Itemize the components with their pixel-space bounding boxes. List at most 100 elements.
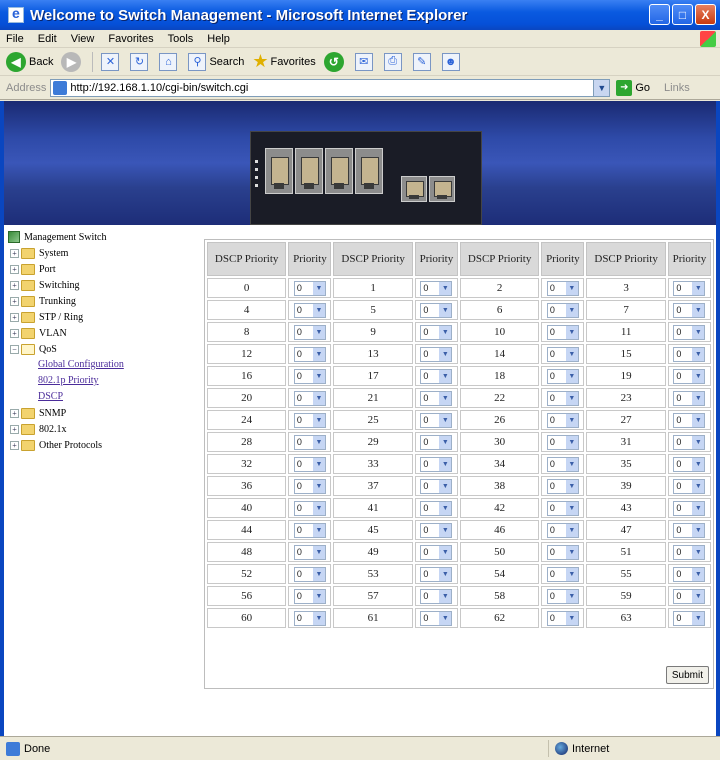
address-input[interactable]: http://192.168.1.10/cgi-bin/switch.cgi ▼ <box>50 78 611 97</box>
priority-select[interactable]: 0 ▼ <box>673 434 706 450</box>
go-button[interactable]: ➜ Go <box>616 79 650 96</box>
menu-view[interactable]: View <box>71 33 95 45</box>
priority-select[interactable]: 0 ▼ <box>673 368 706 384</box>
priority-select[interactable]: 0 ▼ <box>420 456 453 472</box>
plus-icon[interactable]: + <box>10 328 19 338</box>
priority-select[interactable]: 0 ▼ <box>546 346 579 362</box>
priority-select[interactable]: 0 ▼ <box>293 302 326 318</box>
priority-select[interactable]: 0 ▼ <box>546 456 579 472</box>
mail-button[interactable]: ✉ <box>354 52 376 71</box>
priority-select[interactable]: 0 ▼ <box>546 500 579 516</box>
priority-select[interactable]: 0 ▼ <box>420 302 453 318</box>
priority-select[interactable]: 0 ▼ <box>420 478 453 494</box>
priority-select[interactable]: 0 ▼ <box>293 566 326 582</box>
priority-select[interactable]: 0 ▼ <box>293 434 326 450</box>
plus-icon[interactable]: + <box>10 280 19 290</box>
priority-select[interactable]: 0 ▼ <box>293 588 326 604</box>
priority-select[interactable]: 0 ▼ <box>673 566 706 582</box>
priority-select[interactable]: 0 ▼ <box>420 610 453 626</box>
plus-icon[interactable]: + <box>10 312 19 322</box>
priority-select[interactable]: 0 ▼ <box>420 280 453 296</box>
priority-select[interactable]: 0 ▼ <box>420 588 453 604</box>
priority-select[interactable]: 0 ▼ <box>420 412 453 428</box>
plus-icon[interactable]: + <box>10 408 19 418</box>
priority-select[interactable]: 0 ▼ <box>546 434 579 450</box>
priority-select[interactable]: 0 ▼ <box>420 324 453 340</box>
sidebar-item-port[interactable]: + Port <box>10 261 200 277</box>
priority-select[interactable]: 0 ▼ <box>673 500 706 516</box>
sidebar-item-other-protocols[interactable]: + Other Protocols <box>10 437 200 453</box>
priority-select[interactable]: 0 ▼ <box>546 302 579 318</box>
sidebar-item-vlan[interactable]: + VLAN <box>10 325 200 341</box>
priority-select[interactable]: 0 ▼ <box>293 456 326 472</box>
priority-select[interactable]: 0 ▼ <box>293 280 326 296</box>
priority-select[interactable]: 0 ▼ <box>673 346 706 362</box>
priority-select[interactable]: 0 ▼ <box>420 522 453 538</box>
priority-select[interactable]: 0 ▼ <box>673 456 706 472</box>
sidebar-item-switching[interactable]: + Switching <box>10 277 200 293</box>
sidebar-item-trunking[interactable]: + Trunking <box>10 293 200 309</box>
priority-select[interactable]: 0 ▼ <box>420 346 453 362</box>
plus-icon[interactable]: + <box>10 296 19 306</box>
priority-select[interactable]: 0 ▼ <box>673 302 706 318</box>
priority-select[interactable]: 0 ▼ <box>673 324 706 340</box>
priority-select[interactable]: 0 ▼ <box>546 390 579 406</box>
menu-tools[interactable]: Tools <box>168 33 194 45</box>
priority-select[interactable]: 0 ▼ <box>546 368 579 384</box>
priority-select[interactable]: 0 ▼ <box>546 588 579 604</box>
priority-select[interactable]: 0 ▼ <box>546 566 579 582</box>
maximize-button[interactable]: □ <box>672 4 693 25</box>
address-dropdown-icon[interactable]: ▼ <box>593 79 610 96</box>
plus-icon[interactable]: + <box>10 264 19 274</box>
edit-button[interactable]: ✎ <box>412 52 434 71</box>
priority-select[interactable]: 0 ▼ <box>546 324 579 340</box>
priority-select[interactable]: 0 ▼ <box>293 478 326 494</box>
priority-select[interactable]: 0 ▼ <box>293 368 326 384</box>
submit-button[interactable]: Submit <box>665 666 709 684</box>
search-button[interactable]: ⚲ Search <box>188 52 244 71</box>
priority-select[interactable]: 0 ▼ <box>293 390 326 406</box>
priority-select[interactable]: 0 ▼ <box>420 500 453 516</box>
priority-select[interactable]: 0 ▼ <box>293 412 326 428</box>
priority-select[interactable]: 0 ▼ <box>293 324 326 340</box>
priority-select[interactable]: 0 ▼ <box>420 434 453 450</box>
minimize-button[interactable]: _ <box>649 4 670 25</box>
priority-select[interactable]: 0 ▼ <box>293 544 326 560</box>
tree-root[interactable]: Management Switch <box>8 229 200 245</box>
priority-select[interactable]: 0 ▼ <box>673 280 706 296</box>
priority-select[interactable]: 0 ▼ <box>546 610 579 626</box>
priority-select[interactable]: 0 ▼ <box>673 412 706 428</box>
history-button[interactable]: ↺ <box>323 51 347 72</box>
minus-icon[interactable]: − <box>10 344 19 354</box>
messenger-button[interactable]: ☻ <box>441 52 463 71</box>
priority-select[interactable]: 0 ▼ <box>420 368 453 384</box>
priority-select[interactable]: 0 ▼ <box>293 610 326 626</box>
sidebar-link-dscp[interactable]: DSCP <box>38 389 200 405</box>
sidebar-link-8021p-priority[interactable]: 802.1p Priority <box>38 373 200 389</box>
priority-select[interactable]: 0 ▼ <box>673 544 706 560</box>
home-button[interactable]: ⌂ <box>159 52 180 71</box>
plus-icon[interactable]: + <box>10 248 19 258</box>
priority-select[interactable]: 0 ▼ <box>293 346 326 362</box>
menu-favorites[interactable]: Favorites <box>108 33 153 45</box>
sidebar-item-stp-ring[interactable]: + STP / Ring <box>10 309 200 325</box>
priority-select[interactable]: 0 ▼ <box>546 280 579 296</box>
priority-select[interactable]: 0 ▼ <box>673 610 706 626</box>
refresh-button[interactable]: ↻ <box>130 52 151 71</box>
priority-select[interactable]: 0 ▼ <box>420 390 453 406</box>
priority-select[interactable]: 0 ▼ <box>293 522 326 538</box>
priority-select[interactable]: 0 ▼ <box>546 478 579 494</box>
priority-select[interactable]: 0 ▼ <box>546 412 579 428</box>
sidebar-item-8021x[interactable]: +802.1x <box>10 421 200 437</box>
menu-help[interactable]: Help <box>207 33 230 45</box>
plus-icon[interactable]: + <box>10 440 19 450</box>
sidebar-item-qos[interactable]: − QoS <box>10 341 200 357</box>
sidebar-item-snmp[interactable]: + SNMP <box>10 405 200 421</box>
priority-select[interactable]: 0 ▼ <box>673 390 706 406</box>
menu-file[interactable]: File <box>6 33 24 45</box>
priority-select[interactable]: 0 ▼ <box>420 544 453 560</box>
close-button[interactable]: X <box>695 4 716 25</box>
links-button[interactable]: Links <box>664 82 690 94</box>
sidebar-link-global-configuration[interactable]: Global Configuration <box>38 357 200 373</box>
favorites-button[interactable]: ★ Favorites <box>252 51 315 72</box>
